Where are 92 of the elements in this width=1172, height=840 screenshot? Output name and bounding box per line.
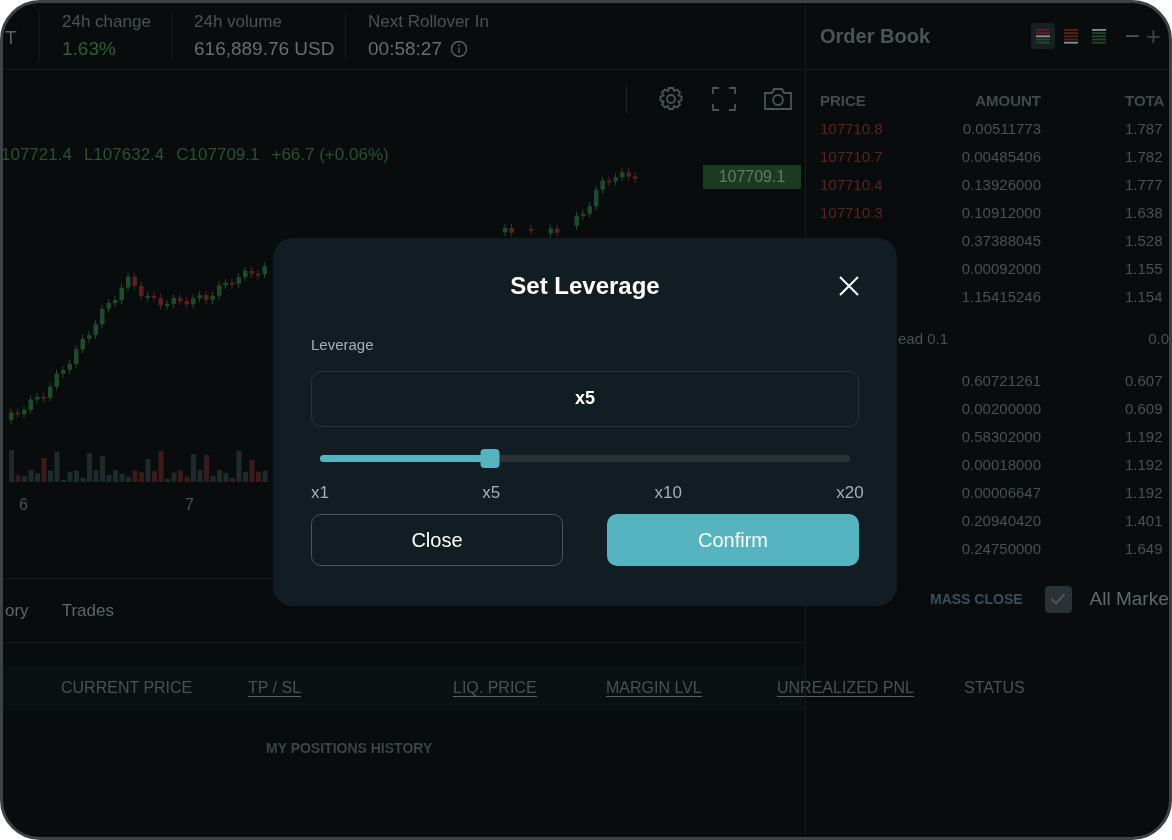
camera-icon[interactable] bbox=[763, 86, 793, 112]
ohlc-value: C107709.1 bbox=[176, 144, 260, 166]
panel-title: Order Book bbox=[820, 24, 931, 49]
column-header: TOTA bbox=[1125, 92, 1165, 109]
total-cell: 1.777 bbox=[1125, 176, 1163, 193]
spread-value: 0.0 bbox=[1148, 328, 1169, 349]
total-cell: 1.787 bbox=[1125, 120, 1163, 137]
amount-cell: 0.00511773 bbox=[962, 120, 1041, 137]
amount-cell: 0.10912000 bbox=[961, 204, 1041, 221]
info-icon[interactable] bbox=[449, 40, 468, 58]
column-header: AMOUNT bbox=[975, 92, 1041, 109]
amount-cell: 0.60721261 bbox=[961, 372, 1041, 389]
amount-cell: 0.00092000 bbox=[961, 260, 1041, 277]
amount-cell: 0.24750000 bbox=[961, 540, 1041, 557]
mass-close-label: MASS CLOSE bbox=[930, 589, 1023, 609]
tick-label: x20 bbox=[836, 481, 864, 504]
stat-label: 24h volume bbox=[194, 11, 283, 33]
total-cell: 1.638 bbox=[1125, 204, 1163, 221]
candlestick bbox=[555, 224, 560, 238]
column-header: CURRENT PRICE bbox=[61, 678, 193, 697]
total-cell: 1.154 bbox=[1125, 288, 1163, 305]
stat-value: 616,889.76 USD bbox=[194, 37, 335, 61]
amount-cell: 0.37388045 bbox=[961, 232, 1041, 249]
field-label: Leverage bbox=[311, 335, 374, 355]
amount-cell: 0.20940420 bbox=[961, 512, 1041, 529]
spread-label: ead 0.1 bbox=[898, 328, 949, 349]
tab[interactable]: Trades bbox=[61, 597, 114, 624]
tick-label: x5 bbox=[482, 481, 501, 504]
close-button[interactable] bbox=[838, 275, 860, 297]
column-header: UNREALIZED PNL bbox=[777, 678, 914, 697]
amount-cell: 0.13926000 bbox=[961, 176, 1041, 193]
checkbox-label: All Marke bbox=[1089, 587, 1169, 611]
column-header: LIQ. PRICE bbox=[453, 678, 537, 697]
ohlc-value: +66.7 (+0.06%) bbox=[271, 144, 389, 166]
ticker-text: T bbox=[5, 25, 17, 50]
close-dialog-button[interactable]: Close bbox=[311, 513, 563, 566]
candlestick bbox=[548, 224, 553, 238]
amount-cell: 0.00018000 bbox=[961, 456, 1041, 473]
price-cell: 107710.3 bbox=[820, 204, 883, 221]
total-cell: 1.192 bbox=[1125, 456, 1163, 473]
amount-cell: 1.15415246 bbox=[961, 288, 1041, 305]
slider-thumb[interactable] bbox=[480, 448, 500, 468]
dialog-title: Set Leverage bbox=[510, 271, 660, 301]
total-cell: 1.155 bbox=[1125, 260, 1163, 277]
ohlc-value: 107721.4 bbox=[3, 144, 72, 166]
price-cell: 107710.4 bbox=[820, 176, 883, 193]
candlestick bbox=[633, 172, 638, 184]
total-cell: 0.609 bbox=[1125, 400, 1163, 417]
tick-label: x10 bbox=[654, 481, 682, 504]
total-cell: 1.649 bbox=[1125, 540, 1163, 557]
checkmark-icon bbox=[1050, 592, 1067, 607]
stat-value: 00:58:27 bbox=[368, 37, 442, 61]
amount-cell: 0.00200000 bbox=[961, 400, 1041, 417]
amount-cell: 0.00485406 bbox=[961, 148, 1041, 165]
column-header: PRICE bbox=[820, 92, 866, 109]
price-cell: 107710.7 bbox=[820, 148, 883, 165]
axis-label: 7 bbox=[185, 495, 194, 515]
list-icon bbox=[1091, 28, 1106, 44]
candlestick bbox=[574, 211, 579, 231]
tab[interactable]: ory bbox=[5, 597, 29, 624]
stat-label: Next Rollover In bbox=[368, 11, 490, 33]
total-cell: 1.192 bbox=[1125, 428, 1163, 445]
zoom-in-button[interactable]: + bbox=[1145, 23, 1161, 49]
tick-label: x1 bbox=[311, 481, 329, 504]
empty-message: MY POSITIONS HISTORY bbox=[266, 740, 433, 756]
column-header: TP / SL bbox=[248, 678, 302, 697]
close-icon bbox=[838, 275, 860, 297]
total-cell: 1.401 bbox=[1125, 512, 1163, 529]
price-cell: 107710.8 bbox=[820, 120, 883, 137]
total-cell: 0.607 bbox=[1125, 372, 1163, 389]
confirm-button[interactable]: Confirm bbox=[607, 513, 859, 566]
zoom-out-button[interactable]: − bbox=[1124, 23, 1140, 49]
column-header: MARGIN LVL bbox=[606, 678, 702, 697]
checkbox[interactable] bbox=[1044, 585, 1072, 613]
total-cell: 1.782 bbox=[1125, 148, 1163, 165]
leverage-input-field[interactable]: x5 bbox=[311, 370, 859, 427]
stat-label: 24h change bbox=[62, 11, 152, 33]
fullscreen-icon[interactable] bbox=[711, 86, 737, 112]
last-price-tag: 107709.1 bbox=[703, 165, 801, 189]
ohlc-value: L107632.4 bbox=[83, 144, 165, 166]
amount-cell: 0.00006647 bbox=[961, 484, 1041, 501]
axis-label: 6 bbox=[19, 495, 28, 515]
list-icon bbox=[1035, 28, 1050, 44]
total-cell: 1.528 bbox=[1125, 232, 1163, 249]
column-header: STATUS bbox=[964, 678, 1025, 697]
amount-cell: 0.58302000 bbox=[961, 428, 1041, 445]
order-book-view-button[interactable] bbox=[1030, 23, 1055, 49]
candlestick bbox=[529, 224, 534, 236]
stat-value: 1.63% bbox=[62, 37, 116, 61]
list-icon bbox=[1063, 28, 1078, 44]
total-cell: 1.192 bbox=[1125, 484, 1163, 501]
settings-icon[interactable] bbox=[657, 85, 685, 113]
